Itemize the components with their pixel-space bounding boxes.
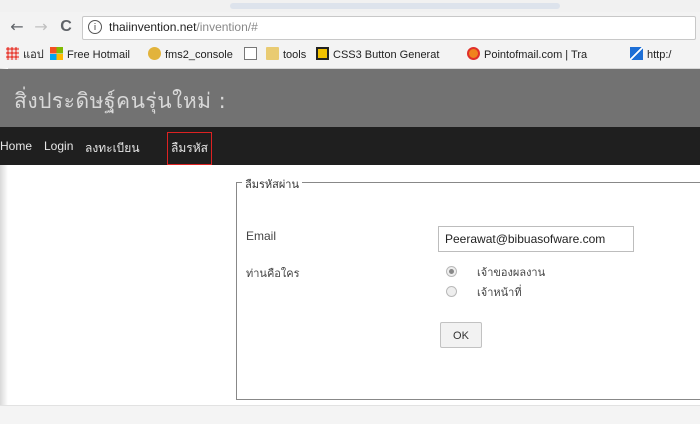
page-icon: [244, 47, 257, 60]
who-are-you-label: ท่านคือใคร: [246, 267, 300, 280]
bookmark-label: Free Hotmail: [67, 49, 130, 61]
back-arrow-icon[interactable]: ←: [6, 16, 28, 38]
bookmark-label: tools: [283, 49, 307, 61]
tab-strip: [0, 0, 700, 12]
radio-owner[interactable]: [446, 266, 457, 277]
bookmark-fms2-console[interactable]: fms2_console: [148, 47, 233, 63]
address-bar[interactable]: i thaiinvention.net/invention/#: [82, 16, 696, 40]
info-icon[interactable]: i: [88, 20, 102, 34]
bookmark-page[interactable]: [244, 47, 261, 63]
url-host: thaiinvention.net: [109, 20, 197, 34]
nav-register[interactable]: ลงทะเบียน: [85, 139, 140, 158]
nav-forgot-password[interactable]: ลืมรหัส: [167, 132, 212, 165]
bookmark-free-hotmail[interactable]: Free Hotmail: [50, 47, 130, 63]
bookmark-css3-button-generator[interactable]: CSS3 Button Generat: [316, 47, 439, 63]
email-label: Email: [246, 229, 277, 243]
radio-staff[interactable]: [446, 286, 457, 297]
ok-button[interactable]: OK: [440, 322, 482, 348]
fieldset-legend: ลืมรหัสผ่าน: [242, 175, 303, 193]
site-header: สิ่งประดิษฐ์คนรุ่นใหม่ :: [0, 69, 700, 127]
bookmark-label: fms2_console: [165, 49, 233, 61]
bookmark-apps[interactable]: แอป: [6, 47, 44, 63]
email-field[interactable]: [438, 226, 634, 252]
url-path: /invention/#: [196, 20, 258, 34]
nav-home[interactable]: Home: [0, 139, 32, 153]
site-nav: Home Login ลงทะเบียน ลืมรหัส: [0, 127, 700, 165]
bookmark-label: แอป: [23, 49, 44, 61]
reload-icon[interactable]: C: [55, 16, 77, 38]
flash-media-icon: [148, 47, 161, 60]
bookmark-label: http:/: [647, 49, 672, 61]
radio-owner-label: เจ้าของผลงาน: [477, 266, 546, 279]
radio-staff-label: เจ้าหน้าที่: [477, 286, 522, 299]
bookmark-label: Pointofmail.com | Tra: [484, 49, 588, 61]
css3-icon: [316, 47, 329, 60]
window-bottom-edge: [0, 405, 700, 424]
windows-logo-icon: [50, 47, 63, 60]
url-text: thaiinvention.net/invention/#: [109, 20, 258, 34]
site-title: สิ่งประดิษฐ์คนรุ่นใหม่ :: [14, 89, 227, 113]
bookmarks-bar: แอป Free Hotmail fms2_console tools CSS3…: [0, 42, 700, 69]
forward-arrow-icon[interactable]: →: [30, 16, 52, 38]
browser-window: ← → C i thaiinvention.net/invention/# แอ…: [0, 0, 700, 424]
forgot-password-fieldset: [236, 182, 700, 400]
apps-grid-icon: [6, 47, 19, 60]
bookmark-http[interactable]: http:/: [630, 47, 671, 63]
link-icon: [630, 47, 643, 60]
active-tab[interactable]: [230, 3, 560, 9]
nav-login[interactable]: Login: [44, 139, 73, 153]
bookmark-tools[interactable]: tools: [266, 47, 306, 63]
bookmark-label: CSS3 Button Generat: [333, 49, 440, 61]
folder-icon: [266, 47, 279, 60]
circle-logo-icon: [467, 47, 480, 60]
bookmark-pointofmail[interactable]: Pointofmail.com | Tra: [467, 47, 587, 63]
